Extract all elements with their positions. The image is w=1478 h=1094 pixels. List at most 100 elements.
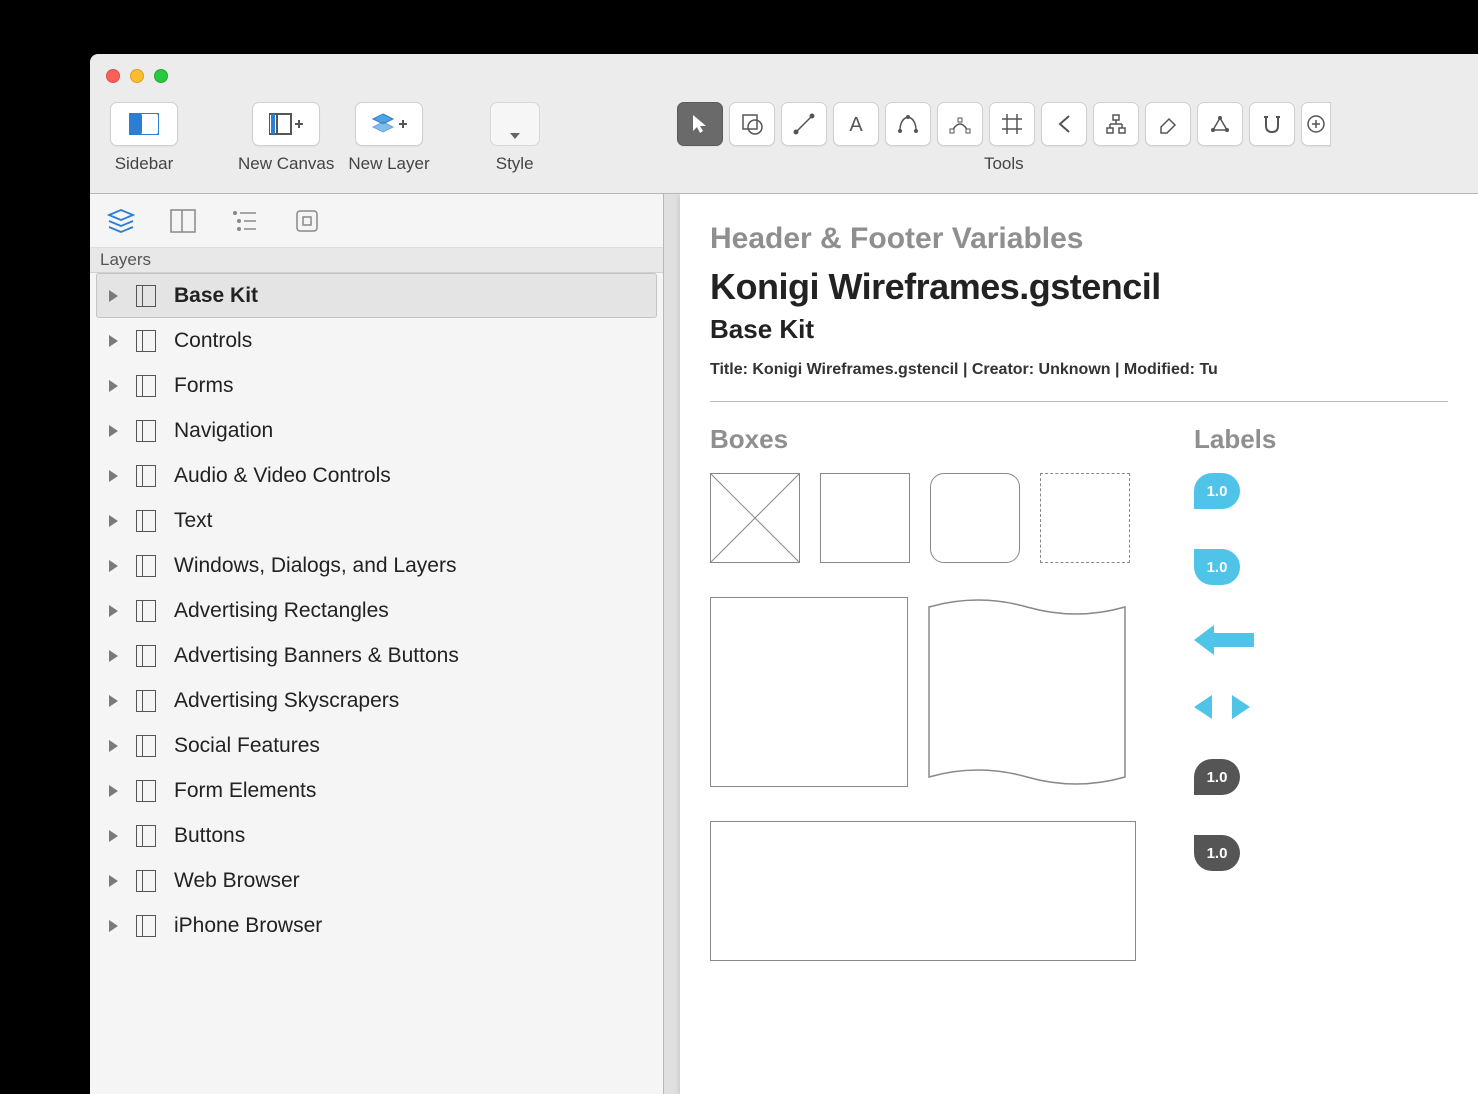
guides-icon [170,209,196,233]
magnet-tool[interactable] [1249,102,1295,146]
layer-item-web-browser[interactable]: Web Browser [90,858,663,903]
canvas-page[interactable]: Header & Footer Variables Konigi Wirefra… [680,194,1478,1094]
meta-line: Title: Konigi Wireframes.gstencil | Crea… [710,361,1448,402]
sidebar-toggle-button[interactable] [110,102,178,146]
disclosure-icon[interactable] [109,920,118,932]
wavy-box[interactable] [928,597,1126,787]
text-tool[interactable]: A [833,102,879,146]
canvas-icon [136,825,156,847]
disclosure-icon[interactable] [109,740,118,752]
sidebar-toggle-label: Sidebar [115,154,174,174]
disclosure-icon[interactable] [109,650,118,662]
arrow-label[interactable] [1194,625,1254,655]
layer-item-forms[interactable]: Forms [90,363,663,408]
layers-tab[interactable] [104,207,138,235]
new-layer-button[interactable] [355,102,423,146]
distribute-tool[interactable] [1197,102,1243,146]
sidebar-panel: Layers Base Kit Controls Forms Navigatio… [90,194,664,1094]
layer-item-adv-banners[interactable]: Advertising Banners & Buttons [90,633,663,678]
titlebar[interactable] [90,54,1478,98]
hierarchy-tool[interactable] [1093,102,1139,146]
box-row-large [710,597,1140,787]
dashed-box[interactable] [1040,473,1130,563]
pen-tool[interactable] [885,102,931,146]
disclosure-icon[interactable] [109,695,118,707]
close-icon[interactable] [106,69,120,83]
disclosure-icon[interactable] [109,830,118,842]
pin-label-dark[interactable]: 1.0 [1194,759,1240,795]
new-canvas-label: New Canvas [238,154,334,174]
large-box[interactable] [710,597,908,787]
point-edit-tool[interactable] [937,102,983,146]
eraser-tool[interactable] [1145,102,1191,146]
pin-label-dark-flip[interactable]: 1.0 [1194,835,1240,871]
disclosure-icon[interactable] [109,470,118,482]
new-canvas-icon [269,112,303,136]
guides-tab[interactable] [166,207,200,235]
box-row-wide [710,821,1140,961]
new-canvas-button[interactable] [252,102,320,146]
disclosure-icon[interactable] [109,335,118,347]
pin-label-flip[interactable]: 1.0 [1194,549,1240,585]
style-label: Style [496,154,534,174]
layer-item-iphone-browser[interactable]: iPhone Browser [90,903,663,948]
canvas-area[interactable]: Header & Footer Variables Konigi Wirefra… [664,194,1478,1094]
document-title: Konigi Wireframes.gstencil [710,266,1448,308]
disclosure-icon[interactable] [109,425,118,437]
layer-item-controls[interactable]: Controls [90,318,663,363]
new-layer-label: New Layer [348,154,429,174]
rounded-box[interactable] [930,473,1020,563]
disclosure-icon[interactable] [109,875,118,887]
tools-row: A [677,102,1331,146]
layer-item-navigation[interactable]: Navigation [90,408,663,453]
wide-box[interactable] [710,821,1136,961]
zoom-tool[interactable] [1301,102,1331,146]
outline-icon [232,210,258,232]
disclosure-icon[interactable] [109,290,118,302]
layer-item-form-elements[interactable]: Form Elements [90,768,663,813]
layer-item-buttons[interactable]: Buttons [90,813,663,858]
layer-item-adv-rect[interactable]: Advertising Rectangles [90,588,663,633]
layer-item-base-kit[interactable]: Base Kit [96,273,657,318]
disclosure-icon[interactable] [109,605,118,617]
layer-item-text[interactable]: Text [90,498,663,543]
canvas-icon [136,285,156,307]
layer-item-windows[interactable]: Windows, Dialogs, and Layers [90,543,663,588]
sidebar-icon [129,113,159,135]
selection-icon [295,209,319,233]
caret-right-icon [1232,695,1250,719]
canvas-icon [136,690,156,712]
layer-label: Advertising Rectangles [174,599,389,623]
back-tool[interactable] [1041,102,1087,146]
layer-list: Base Kit Controls Forms Navigation Audio… [90,273,663,1094]
layer-label: iPhone Browser [174,914,322,938]
disclosure-icon[interactable] [109,515,118,527]
zoom-icon[interactable] [154,69,168,83]
outline-tab[interactable] [228,207,262,235]
caret-pair[interactable] [1194,695,1448,719]
shape-tool[interactable] [729,102,775,146]
layer-label: Social Features [174,734,320,758]
layer-item-audio-video[interactable]: Audio & Video Controls [90,453,663,498]
point-edit-icon [949,113,971,135]
disclosure-icon[interactable] [109,560,118,572]
layer-item-adv-sky[interactable]: Advertising Skyscrapers [90,678,663,723]
svg-text:A: A [849,114,863,134]
distribute-icon [1209,113,1231,135]
chevron-down-icon [510,133,520,139]
disclosure-icon[interactable] [109,380,118,392]
selection-tab[interactable] [290,207,324,235]
plus-icon [1306,114,1326,134]
style-dropdown[interactable] [490,102,540,146]
layer-item-social[interactable]: Social Features [90,723,663,768]
artboard-tool[interactable] [989,102,1035,146]
square-box[interactable] [820,473,910,563]
selection-tool[interactable] [677,102,723,146]
line-tool[interactable] [781,102,827,146]
pin-label[interactable]: 1.0 [1194,473,1240,509]
content-area: Layers Base Kit Controls Forms Navigatio… [90,194,1478,1094]
placeholder-box[interactable] [710,473,800,563]
hierarchy-icon [1105,113,1127,135]
minimize-icon[interactable] [130,69,144,83]
disclosure-icon[interactable] [109,785,118,797]
